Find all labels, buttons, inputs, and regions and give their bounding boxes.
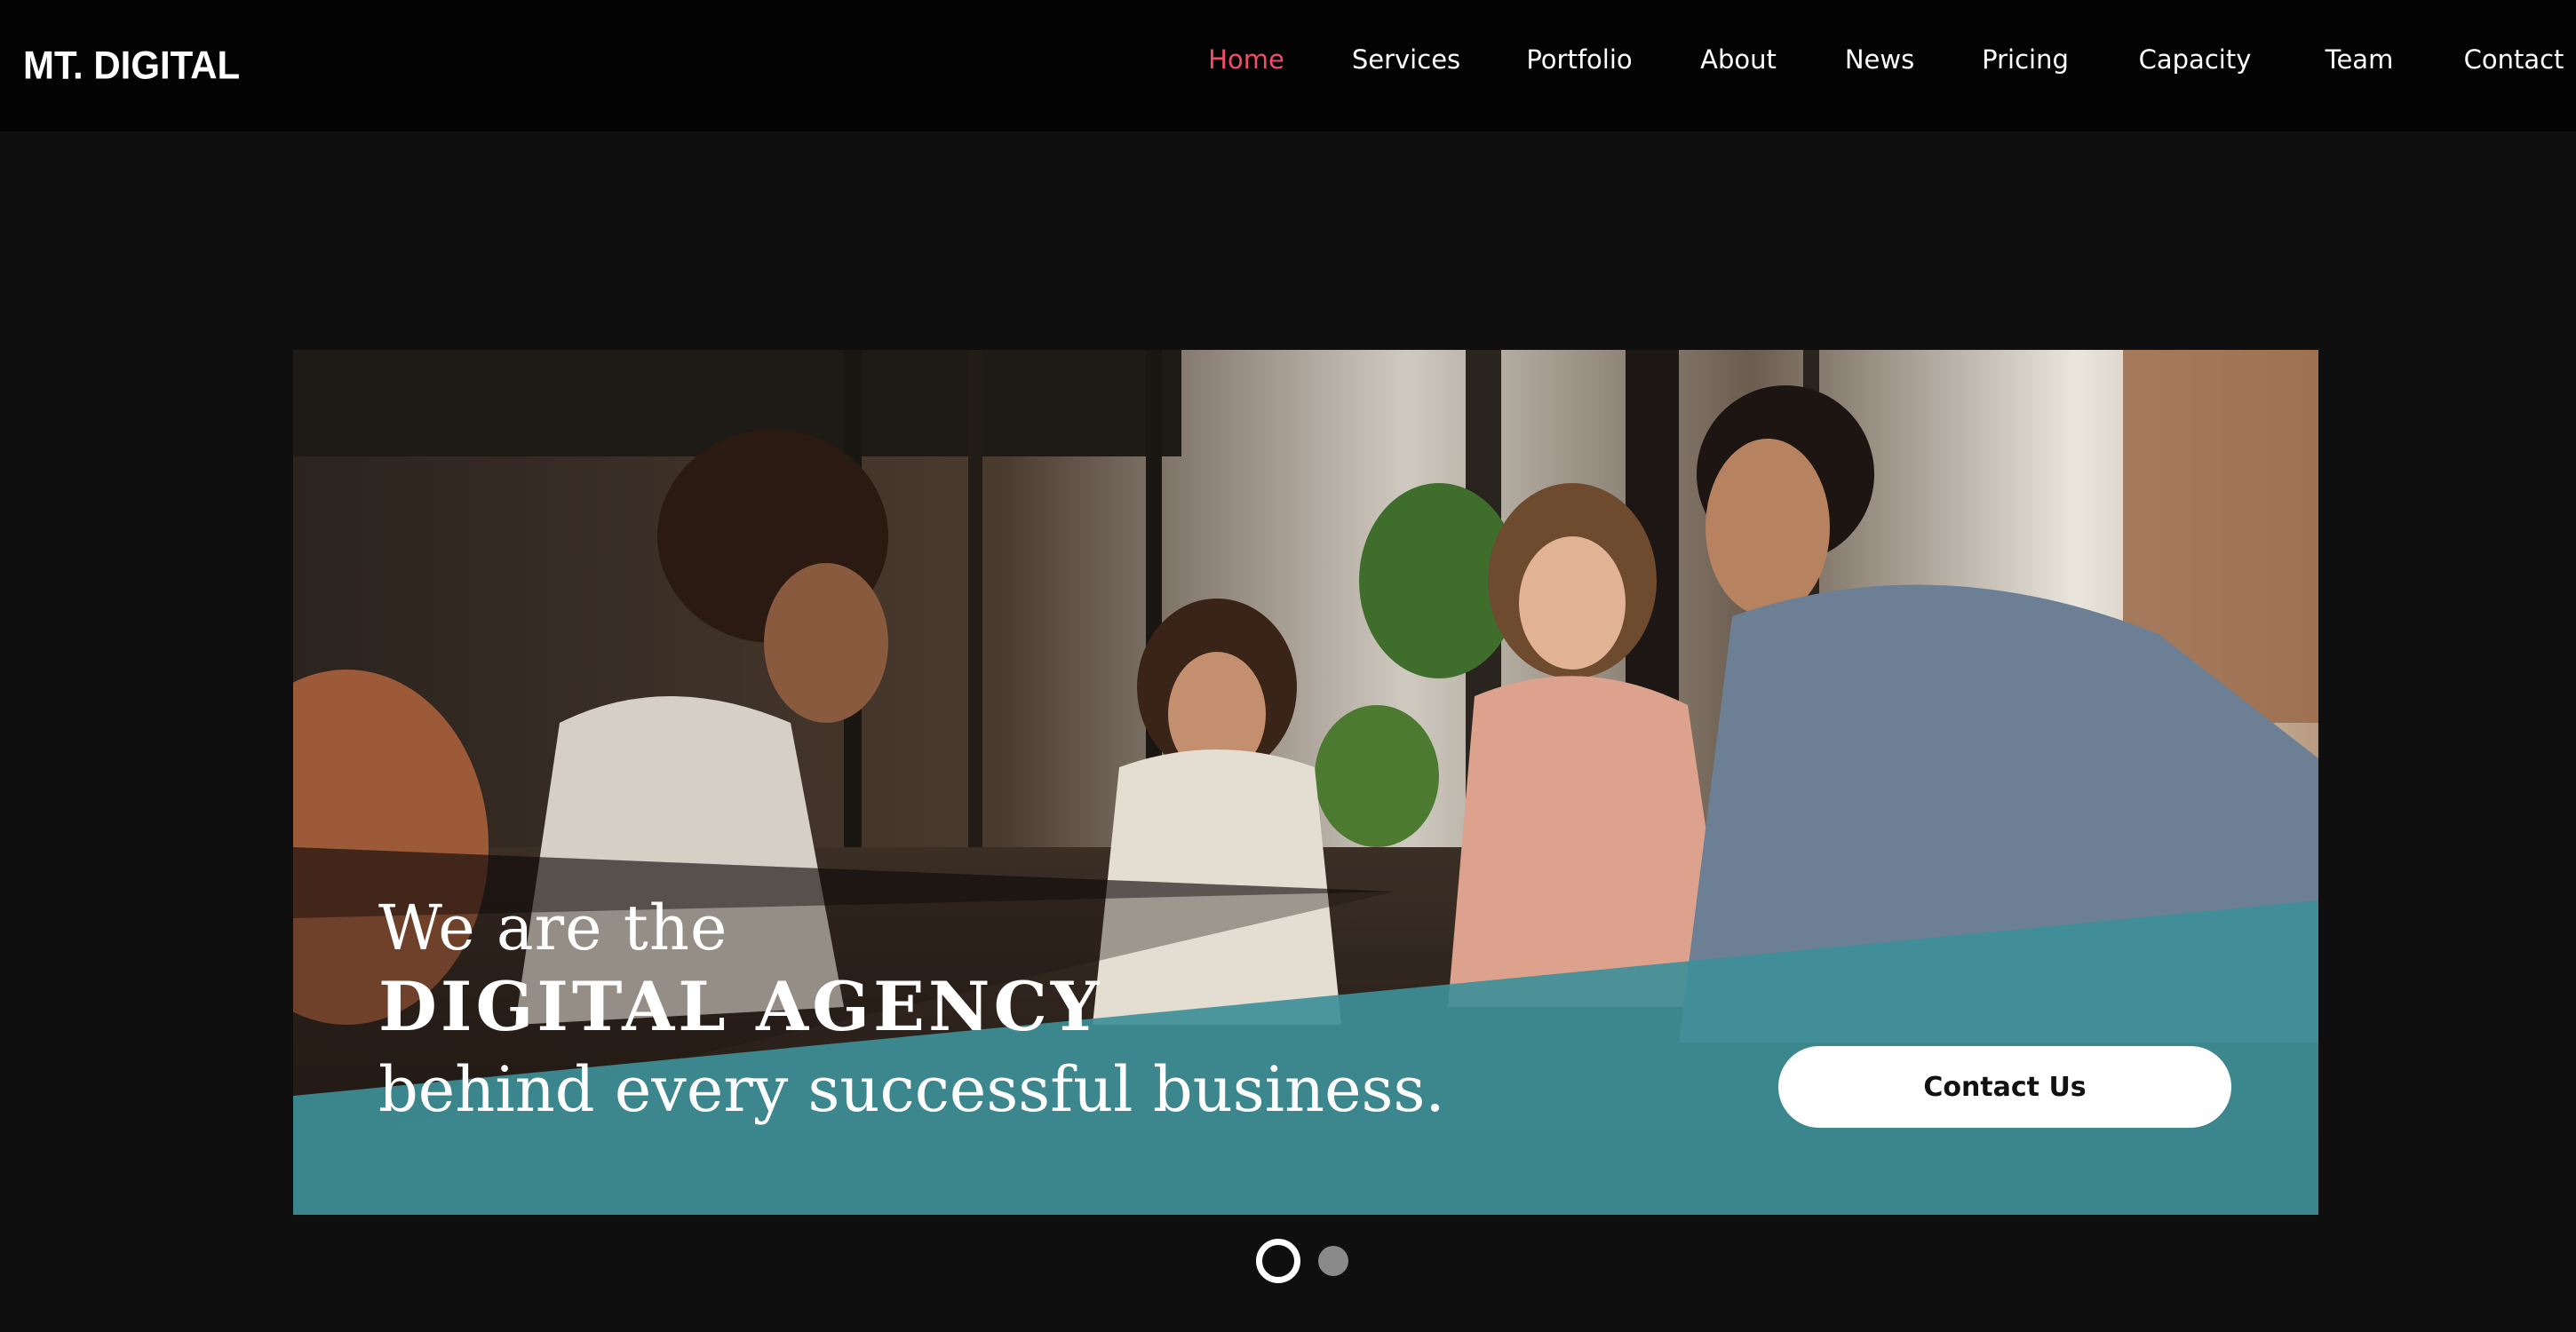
nav-portfolio[interactable]: Portfolio [1526, 44, 1632, 75]
hero-line-3: behind every successful business. [378, 1053, 1445, 1126]
nav-contact[interactable]: Contact [2464, 44, 2564, 75]
nav-news[interactable]: News [1845, 44, 1914, 75]
hero-line-1: We are the [378, 892, 728, 964]
nav-pricing[interactable]: Pricing [1982, 44, 2069, 75]
nav-about[interactable]: About [1700, 44, 1777, 75]
site-header: MT. DIGITAL Home Services Portfolio Abou… [0, 0, 2576, 131]
nav-capacity[interactable]: Capacity [2139, 44, 2252, 75]
contact-us-button[interactable]: Contact Us [1778, 1046, 2231, 1128]
hero-line-2: DIGITAL AGENCY [378, 967, 1103, 1046]
hero-headline: We are the DIGITAL AGENCY behind every s… [378, 890, 1445, 1131]
nav-home[interactable]: Home [1208, 44, 1284, 75]
carousel-dot-2[interactable] [1318, 1246, 1348, 1276]
carousel-dot-1[interactable] [1256, 1239, 1300, 1283]
site-logo[interactable]: MT. DIGITAL [23, 44, 240, 88]
hero-slide: We are the DIGITAL AGENCY behind every s… [293, 350, 2318, 1215]
nav-services[interactable]: Services [1352, 44, 1460, 75]
nav-team[interactable]: Team [2326, 44, 2394, 75]
